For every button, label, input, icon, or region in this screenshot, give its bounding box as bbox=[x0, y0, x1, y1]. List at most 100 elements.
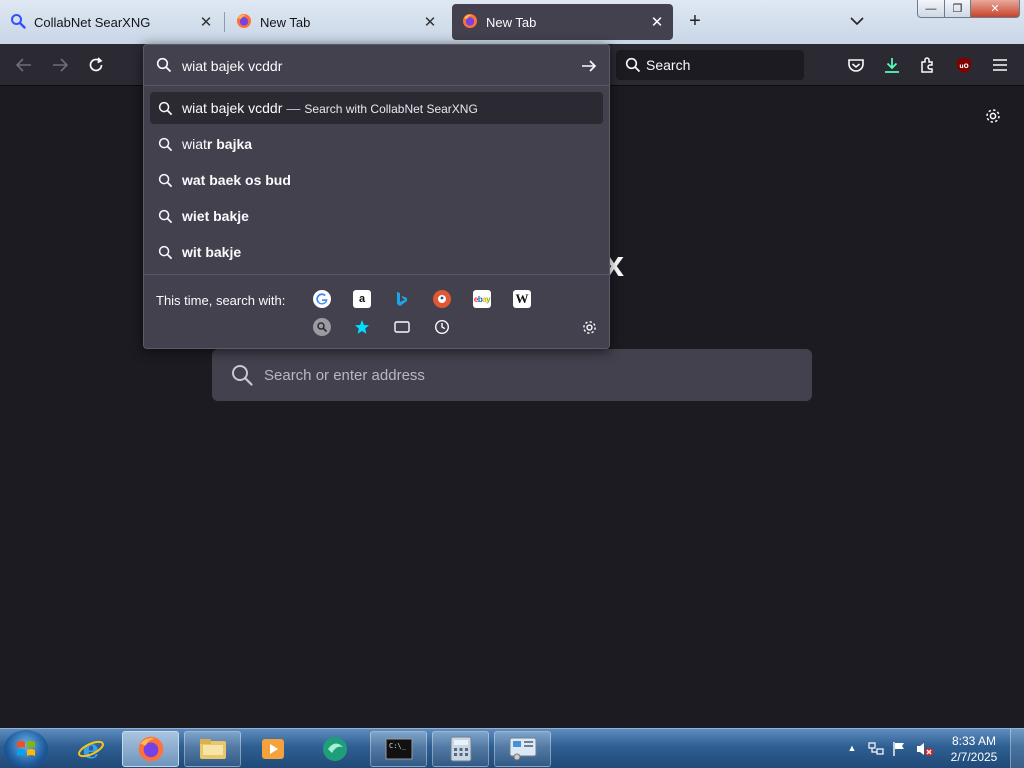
search-suggestion-heuristic[interactable]: wiat bajek vcddr — Search with CollabNet S… bbox=[150, 92, 603, 124]
extensions-button[interactable] bbox=[916, 53, 940, 77]
amazon-engine-button[interactable]: a bbox=[353, 290, 371, 308]
bing-engine-button[interactable] bbox=[393, 290, 411, 308]
search-icon bbox=[158, 101, 173, 119]
google-icon bbox=[316, 293, 328, 305]
network-icon[interactable] bbox=[868, 741, 884, 762]
search-icon bbox=[230, 363, 254, 392]
search-suggestion[interactable]: wiatr bajka bbox=[150, 128, 603, 160]
tab-new-tab-active[interactable]: New Tab ✕ bbox=[452, 4, 673, 40]
taskbar-control-panel[interactable] bbox=[494, 731, 551, 767]
search-icon bbox=[158, 245, 173, 263]
media-player-icon bbox=[261, 739, 284, 759]
newtab-search-input[interactable] bbox=[264, 349, 794, 401]
separator: — bbox=[286, 100, 301, 116]
reload-icon bbox=[89, 57, 103, 72]
suggestion-prefix: wiat bbox=[182, 136, 207, 152]
volume-muted-icon[interactable] bbox=[916, 741, 934, 762]
ublock-origin-button[interactable]: uO bbox=[952, 53, 976, 77]
windows-taskbar: e C:\_ ▲ 8:33 AM 2/7/2025 bbox=[0, 728, 1024, 768]
svg-text:uO: uO bbox=[959, 63, 968, 70]
pocket-button[interactable] bbox=[844, 53, 868, 77]
reload-button[interactable] bbox=[84, 53, 108, 77]
wikipedia-engine-button[interactable]: W bbox=[513, 290, 531, 308]
browser-app-icon bbox=[322, 737, 347, 761]
close-tab-icon[interactable]: ✕ bbox=[647, 12, 667, 32]
new-tab-button[interactable]: + bbox=[684, 10, 706, 32]
taskbar-firefox[interactable] bbox=[122, 731, 179, 767]
tab-new-tab[interactable]: New Tab ✕ bbox=[226, 4, 446, 40]
taskbar-internet-explorer[interactable]: e bbox=[62, 731, 119, 767]
tab-title: New Tab bbox=[486, 14, 537, 30]
back-button[interactable] bbox=[12, 53, 36, 77]
show-hidden-icons-button[interactable]: ▲ bbox=[846, 742, 858, 754]
duckduckgo-engine-button[interactable] bbox=[433, 290, 451, 308]
taskbar-file-explorer[interactable] bbox=[184, 731, 241, 767]
downloads-button[interactable] bbox=[880, 53, 904, 77]
puzzle-piece-icon bbox=[921, 57, 933, 73]
tab-strip: CollabNet SearXNG ✕ New Tab ✕ New Tab ✕ … bbox=[0, 0, 1024, 44]
action-center-flag-icon[interactable] bbox=[892, 741, 906, 762]
internet-explorer-icon: e bbox=[77, 735, 104, 763]
one-off-search-label: This time, search with: bbox=[156, 293, 286, 308]
taskbar-calculator[interactable] bbox=[432, 731, 489, 767]
history-search-button[interactable] bbox=[433, 318, 451, 336]
ebay-engine-button[interactable]: ebay bbox=[473, 290, 491, 308]
close-tab-icon[interactable]: ✕ bbox=[420, 12, 440, 32]
firefox-icon bbox=[462, 13, 478, 32]
amazon-icon: a bbox=[358, 293, 366, 305]
application-menu-button[interactable] bbox=[988, 53, 1012, 77]
ublock-origin-icon: uO bbox=[957, 57, 971, 73]
customize-new-tab-button[interactable] bbox=[982, 105, 1004, 127]
bookmarks-search-button[interactable] bbox=[353, 318, 371, 336]
start-button[interactable] bbox=[4, 730, 48, 768]
firefox-icon bbox=[236, 13, 252, 32]
search-icon bbox=[625, 57, 641, 76]
address-bar[interactable] bbox=[144, 45, 609, 86]
minimize-window-button[interactable]: — bbox=[917, 0, 945, 18]
close-tab-icon[interactable]: ✕ bbox=[196, 12, 216, 32]
star-icon bbox=[355, 320, 369, 334]
google-engine-button[interactable] bbox=[313, 290, 331, 308]
taskbar-clock[interactable]: 8:33 AM 2/7/2025 bbox=[944, 733, 1004, 765]
searxng-icon bbox=[317, 322, 328, 333]
newtab-search-box[interactable] bbox=[212, 349, 812, 401]
taskbar-media-player[interactable] bbox=[244, 731, 301, 767]
search-suggestion[interactable]: wit bakje bbox=[150, 236, 603, 268]
search-suggestion[interactable]: wat baek os bud bbox=[150, 164, 603, 196]
suggestion-action: Search with CollabNet SearXNG bbox=[304, 102, 478, 116]
search-suggestion[interactable]: wiet bakje bbox=[150, 200, 603, 232]
gear-icon bbox=[582, 320, 596, 334]
tabs-search-button[interactable] bbox=[393, 318, 411, 336]
search-icon bbox=[158, 209, 173, 227]
tab-collabnet-searxng[interactable]: CollabNet SearXNG ✕ bbox=[0, 4, 222, 40]
clock-date: 2/7/2025 bbox=[950, 750, 998, 764]
taskbar-command-prompt[interactable]: C:\_ bbox=[370, 731, 427, 767]
control-panel-icon bbox=[509, 737, 536, 761]
search-settings-button[interactable] bbox=[580, 318, 598, 336]
searxng-engine-button[interactable] bbox=[313, 318, 331, 336]
search-icon bbox=[158, 137, 173, 155]
tab-icon bbox=[394, 321, 410, 333]
suggestion-text: wiat bajek vcddr bbox=[182, 100, 283, 116]
download-icon bbox=[885, 58, 899, 73]
firefox-icon bbox=[138, 736, 163, 762]
duckduckgo-icon bbox=[438, 295, 446, 303]
search-bar[interactable]: Search bbox=[616, 50, 804, 80]
restore-window-button[interactable]: ❐ bbox=[944, 0, 971, 18]
address-bar-input[interactable] bbox=[182, 55, 572, 77]
show-desktop-button[interactable] bbox=[1010, 729, 1024, 768]
go-button[interactable] bbox=[578, 55, 600, 77]
forward-button[interactable] bbox=[48, 53, 72, 77]
tab-title: New Tab bbox=[260, 14, 311, 30]
address-bar-dropdown: wiat bajek vcddr—Search with CollabNet S… bbox=[143, 44, 610, 349]
suggestion-completion: r bajka bbox=[206, 136, 253, 152]
gear-icon bbox=[986, 109, 1000, 123]
svg-text:e: e bbox=[82, 735, 99, 763]
divider bbox=[144, 274, 609, 275]
windows-logo-icon bbox=[17, 741, 35, 756]
tab-title: CollabNet SearXNG bbox=[34, 14, 151, 30]
list-all-tabs-button[interactable] bbox=[846, 10, 868, 32]
suggestion-completion: wiet bakje bbox=[182, 208, 249, 224]
taskbar-browser[interactable] bbox=[306, 731, 363, 767]
close-window-button[interactable]: ✕ bbox=[970, 0, 1020, 18]
